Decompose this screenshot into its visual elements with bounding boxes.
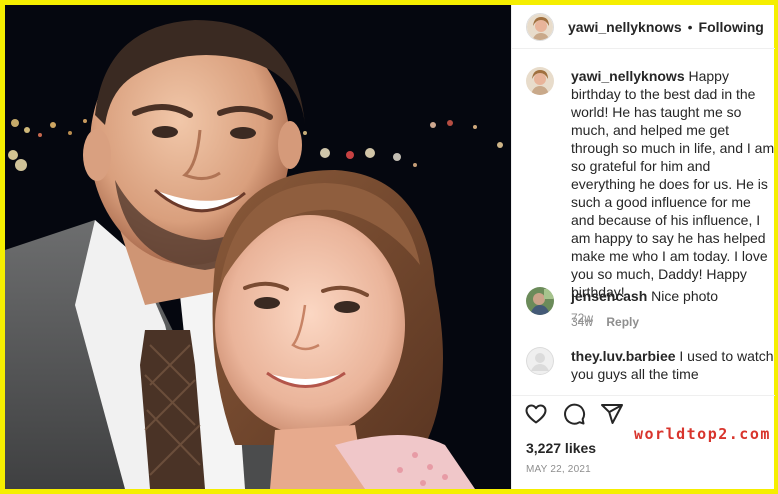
caption-avatar[interactable]	[526, 67, 554, 95]
comment-time: 34w	[571, 315, 594, 329]
author-avatar[interactable]	[526, 12, 554, 41]
comment-meta: 34w Reply	[571, 313, 775, 331]
author-username[interactable]: yawi_nellyknows	[568, 19, 682, 35]
comment-icon[interactable]	[562, 402, 586, 426]
comment-username[interactable]: they.luv.barbiee	[571, 348, 676, 364]
comments-section[interactable]: yawi_nellyknows Happy birthday to the be…	[512, 49, 775, 395]
following-button[interactable]: Following	[699, 19, 764, 35]
likes-count[interactable]: 3,227 likes	[526, 440, 596, 456]
comment-item: jensencash Nice photo 34w Reply	[526, 287, 775, 331]
caption-username[interactable]: yawi_nellyknows	[571, 68, 685, 84]
comment-text: Nice photo	[651, 288, 719, 304]
caption-text: Happy birthday to the best dad in the wo…	[571, 68, 775, 300]
commenter-avatar[interactable]	[526, 287, 554, 315]
comment-body: jensencash Nice photo 34w Reply	[571, 287, 775, 331]
comment-username[interactable]: jensencash	[571, 288, 647, 304]
post-details-panel: yawi_nellyknows • Following yawi_nellykn…	[511, 5, 775, 489]
post-header: yawi_nellyknows • Following	[512, 5, 775, 49]
heart-icon[interactable]	[524, 402, 548, 426]
comment-body: they.luv.barbiee I used to watch you guy…	[571, 347, 775, 383]
reply-button[interactable]: Reply	[606, 315, 639, 329]
commenter-avatar[interactable]	[526, 347, 554, 375]
comment-item: they.luv.barbiee I used to watch you guy…	[526, 347, 775, 383]
post-date: MAY 22, 2021	[526, 464, 591, 475]
watermark: worldtop2.com	[634, 425, 771, 443]
post-photo[interactable]	[5, 5, 511, 489]
action-icons	[524, 402, 624, 426]
share-icon[interactable]	[600, 402, 624, 426]
photo-illustration	[5, 5, 511, 489]
separator-dot: •	[687, 18, 693, 35]
